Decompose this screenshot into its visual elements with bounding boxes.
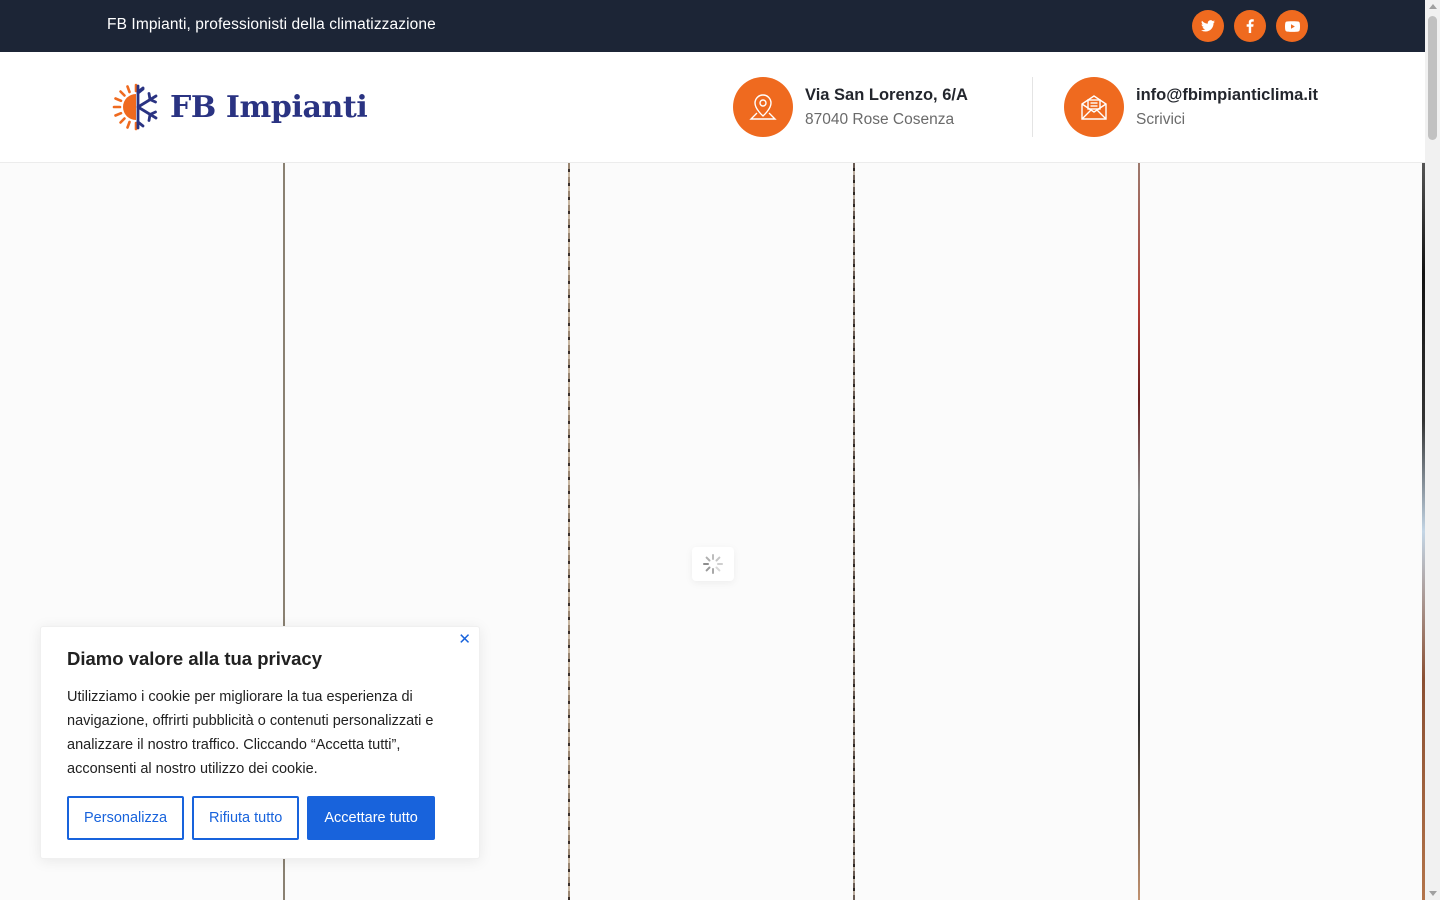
envelope-icon bbox=[1064, 77, 1124, 137]
social-links bbox=[1192, 10, 1308, 42]
site-header: FB Impianti Via San Lorenzo, 6/A 87040 R… bbox=[0, 52, 1425, 163]
email-address[interactable]: info@fbimpianticlima.it bbox=[1136, 86, 1318, 105]
top-bar: FB Impianti, professionisti della climat… bbox=[0, 0, 1425, 52]
reject-all-button[interactable]: Rifiuta tutto bbox=[192, 796, 300, 840]
accept-all-button[interactable]: Accettare tutto bbox=[307, 796, 435, 840]
cookie-title: Diamo valore alla tua privacy bbox=[67, 648, 323, 669]
youtube-icon bbox=[1284, 20, 1300, 32]
loading-spinner-icon bbox=[692, 547, 734, 581]
facebook-link[interactable] bbox=[1234, 10, 1266, 42]
twitter-link[interactable] bbox=[1192, 10, 1224, 42]
close-icon[interactable]: ✕ bbox=[458, 630, 471, 648]
logo[interactable]: FB Impianti bbox=[112, 82, 368, 132]
page-scrollbar[interactable] bbox=[1425, 0, 1440, 900]
address-city: 87040 Rose Cosenza bbox=[805, 110, 955, 128]
scrollbar-thumb[interactable] bbox=[1428, 16, 1437, 140]
customize-button[interactable]: Personalizza bbox=[67, 796, 185, 840]
sun-snowflake-logo-icon bbox=[112, 83, 158, 131]
facebook-icon bbox=[1246, 19, 1254, 33]
tagline: FB Impianti, professionisti della climat… bbox=[107, 16, 436, 33]
twitter-icon bbox=[1201, 20, 1215, 32]
header-divider bbox=[1032, 77, 1033, 137]
map-pin-icon bbox=[733, 77, 793, 137]
cookie-actions: Personalizza Rifiuta tutto Accettare tut… bbox=[67, 796, 435, 840]
slide-edge bbox=[1138, 163, 1140, 900]
slide-edge bbox=[853, 163, 855, 900]
slide-edge bbox=[568, 163, 570, 900]
address-line: Via San Lorenzo, 6/A bbox=[805, 85, 968, 104]
youtube-link[interactable] bbox=[1276, 10, 1308, 42]
email-block: info@fbimpianticlima.it Scrivici bbox=[1064, 77, 1318, 137]
scroll-up-arrow-icon[interactable] bbox=[1429, 4, 1437, 9]
cookie-banner: ✕ Diamo valore alla tua privacy Utilizzi… bbox=[40, 626, 480, 859]
email-cta: Scrivici bbox=[1136, 110, 1186, 128]
logo-text: FB Impianti bbox=[170, 89, 368, 125]
cookie-description: Utilizziamo i cookie per migliorare la t… bbox=[67, 689, 434, 777]
address-block: Via San Lorenzo, 6/A 87040 Rose Cosenza bbox=[733, 77, 968, 137]
scroll-down-arrow-icon[interactable] bbox=[1429, 891, 1437, 896]
